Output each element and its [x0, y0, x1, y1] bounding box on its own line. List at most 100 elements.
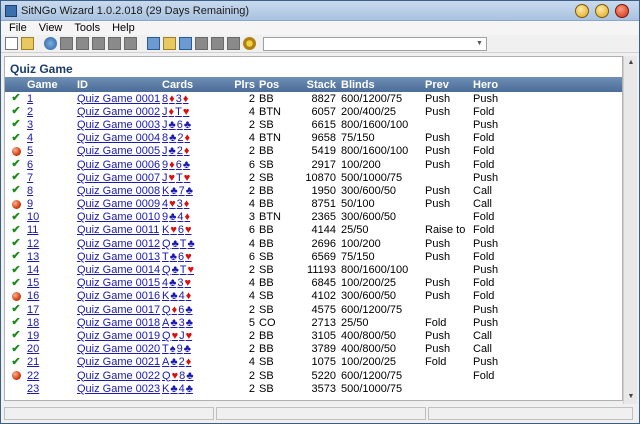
hole-cards[interactable]: Q ♥ J ♥ [162, 330, 234, 342]
game-id-link[interactable]: Quiz Game 0005 [77, 145, 160, 157]
game-id-link[interactable]: Quiz Game 0014 [77, 264, 160, 276]
table-row[interactable]: ✔ 14 Quiz Game 0014 Q ♣ T ♥ 2 SB 11193 800/1600/10… [5, 263, 622, 276]
table-row[interactable]: ✔ 6 Quiz Game 0006 9 ♦ 6 ♣ 6 SB 2917 100/200 Push Fo… [5, 158, 622, 171]
table-row[interactable]: ✔ 15 Quiz Game 0015 4 ♣ 3 ♥ 4 BB 6845 100/200/25 Pu… [5, 277, 622, 290]
col-header-game[interactable]: Game [27, 79, 77, 91]
disabled-tool-icon[interactable] [60, 37, 73, 50]
disabled-tool-icon[interactable] [195, 37, 208, 50]
table-row[interactable]: ✔ 21 Quiz Game 0021 A ♣ 2 ♦ 4 SB 1075 100/200/25 Fo… [5, 356, 622, 369]
game-id-link[interactable]: Quiz Game 0008 [77, 185, 160, 197]
gear-icon[interactable] [243, 37, 256, 50]
game-link[interactable]: 16 [27, 290, 39, 302]
copy-icon[interactable] [147, 37, 160, 50]
menu-view[interactable]: View [39, 22, 63, 34]
hole-cards[interactable]: K ♣ 7 ♣ [162, 185, 234, 197]
scroll-up-icon[interactable]: ▲ [624, 56, 638, 70]
hole-cards[interactable]: A ♣ 3 ♣ [162, 317, 234, 329]
hole-cards[interactable]: 9 ♣ 4 ♦ [162, 211, 234, 223]
table-row[interactable]: ✔ 20 Quiz Game 0020 T ♠ 9 ♣ 2 BB 3789 400/800/50 Pu… [5, 343, 622, 356]
game-link[interactable]: 23 [27, 383, 39, 395]
col-header-pos[interactable]: Pos [259, 79, 293, 91]
hole-cards[interactable]: J ♣ 2 ♦ [162, 145, 234, 157]
game-link[interactable]: 22 [27, 370, 39, 382]
game-link[interactable]: 17 [27, 304, 39, 316]
table-row[interactable]: ✔ 1 Quiz Game 0001 8 ♦ 3 ♦ 2 BB 8827 600/1200/75 Pu… [5, 92, 622, 105]
hole-cards[interactable]: K ♣ 4 ♦ [162, 290, 234, 302]
game-id-link[interactable]: Quiz Game 0002 [77, 106, 160, 118]
game-link[interactable]: 14 [27, 264, 39, 276]
hole-cards[interactable]: Q ♦ 6 ♣ [162, 304, 234, 316]
game-link[interactable]: 10 [27, 211, 39, 223]
hole-cards[interactable]: J ♣ 6 ♣ [162, 119, 234, 131]
disabled-tool-icon[interactable] [124, 37, 137, 50]
menu-file[interactable]: File [9, 22, 27, 34]
table-row[interactable]: ✔ 19 Quiz Game 0019 Q ♥ J ♥ 2 BB 3105 400/800/50 Pu… [5, 329, 622, 342]
col-header-id[interactable]: ID [77, 79, 162, 91]
hole-cards[interactable]: 8 ♦ 3 ♦ [162, 93, 234, 105]
game-id-link[interactable]: Quiz Game 0017 [77, 304, 160, 316]
table-row[interactable]: ✔ 7 Quiz Game 0007 J ♥ T ♥ 2 SB 10870 500/1000/75 P… [5, 171, 622, 184]
game-id-link[interactable]: Quiz Game 0001 [77, 93, 160, 105]
table-row[interactable]: ✔ 13 Quiz Game 0013 T ♣ 6 ♥ 6 SB 6569 75/150 Push Fo… [5, 250, 622, 263]
game-id-link[interactable]: Quiz Game 0019 [77, 330, 160, 342]
game-id-link[interactable]: Quiz Game 0011 [77, 224, 159, 236]
table-row[interactable]: ✔ 11 Quiz Game 0011 K ♥ 6 ♥ 6 BB 4144 25/50 Raise t… [5, 224, 622, 237]
scroll-down-icon[interactable]: ▼ [624, 390, 638, 404]
col-header-hero[interactable]: Hero [473, 79, 533, 91]
disabled-tool-icon[interactable] [108, 37, 121, 50]
vertical-scrollbar[interactable]: ▲ ▼ [623, 56, 637, 404]
hole-cards[interactable]: K ♣ 4 ♣ [162, 383, 234, 395]
globe-icon[interactable] [44, 37, 57, 50]
col-header-prev[interactable]: Prev [425, 79, 473, 91]
minimize-button[interactable] [575, 3, 589, 18]
game-id-link[interactable]: Quiz Game 0012 [77, 238, 160, 250]
hole-cards[interactable]: Q ♣ T ♣ [162, 238, 234, 250]
game-id-link[interactable]: Quiz Game 0018 [77, 317, 160, 329]
hole-cards[interactable]: T ♠ 9 ♣ [162, 343, 234, 355]
hole-cards[interactable]: 4 ♥ 3 ♦ [162, 198, 234, 210]
col-header-cards[interactable]: Cards [162, 79, 234, 91]
game-id-link[interactable]: Quiz Game 0023 [77, 383, 160, 395]
table-row[interactable]: ✔ 8 Quiz Game 0008 K ♣ 7 ♣ 2 BB 1950 300/600/50 Pus… [5, 184, 622, 197]
table-row[interactable]: ✔ 4 Quiz Game 0004 8 ♣ 2 ♦ 4 BTN 9658 75/150 Push Fo… [5, 132, 622, 145]
game-id-link[interactable]: Quiz Game 0013 [77, 251, 160, 263]
maximize-button[interactable] [595, 3, 609, 18]
game-link[interactable]: 5 [27, 145, 33, 157]
hole-cards[interactable]: Q ♣ T ♥ [162, 264, 234, 276]
game-id-link[interactable]: Quiz Game 0003 [77, 119, 160, 131]
toolbar-combo[interactable]: ▼ [263, 36, 487, 51]
game-link[interactable]: 8 [27, 185, 33, 197]
table-row[interactable]: 9 Quiz Game 0009 4 ♥ 3 ♦ 4 BB 8751 50/100 Push Call [5, 198, 622, 211]
game-link[interactable]: 3 [27, 119, 33, 131]
game-id-link[interactable]: Quiz Game 0010 [77, 211, 160, 223]
game-id-link[interactable]: Quiz Game 0009 [77, 198, 160, 210]
game-id-link[interactable]: Quiz Game 0004 [77, 132, 160, 144]
open-folder-icon[interactable] [21, 37, 34, 50]
game-link[interactable]: 11 [27, 224, 38, 236]
game-link[interactable]: 21 [27, 356, 39, 368]
col-header-plrs[interactable]: Plrs [234, 79, 259, 91]
game-link[interactable]: 18 [27, 317, 39, 329]
game-id-link[interactable]: Quiz Game 0006 [77, 159, 160, 171]
chevron-down-icon[interactable]: ▼ [474, 39, 485, 49]
game-link[interactable]: 4 [27, 132, 33, 144]
disabled-tool-icon[interactable] [76, 37, 89, 50]
game-id-link[interactable]: Quiz Game 0015 [77, 277, 160, 289]
table-row[interactable]: 23 Quiz Game 0023 K ♣ 4 ♣ 2 SB 3573 500/1000/75 [5, 382, 622, 395]
menu-help[interactable]: Help [112, 22, 135, 34]
game-link[interactable]: 9 [27, 198, 33, 210]
hole-cards[interactable]: 9 ♦ 6 ♣ [162, 159, 234, 171]
game-link[interactable]: 12 [27, 238, 39, 250]
table-row[interactable]: 16 Quiz Game 0016 K ♣ 4 ♦ 4 SB 4102 300/600/50 Pus… [5, 290, 622, 303]
game-id-link[interactable]: Quiz Game 0022 [77, 370, 160, 382]
table-row[interactable]: ✔ 10 Quiz Game 0010 9 ♣ 4 ♦ 3 BTN 2365 300/600/50 F… [5, 211, 622, 224]
game-link[interactable]: 15 [27, 277, 39, 289]
game-link[interactable]: 6 [27, 159, 33, 171]
image-icon[interactable] [179, 37, 192, 50]
game-link[interactable]: 2 [27, 106, 33, 118]
hole-cards[interactable]: 8 ♣ 2 ♦ [162, 132, 234, 144]
table-row[interactable]: ✔ 17 Quiz Game 0017 Q ♦ 6 ♣ 2 SB 4575 600/1200/75 P… [5, 303, 622, 316]
title-bar[interactable]: SitNGo Wizard 1.0.2.018 (29 Days Remaini… [1, 1, 639, 21]
game-link[interactable]: 13 [27, 251, 39, 263]
table-row[interactable]: ✔ 3 Quiz Game 0003 J ♣ 6 ♣ 2 SB 6615 800/1600/100 P… [5, 118, 622, 131]
